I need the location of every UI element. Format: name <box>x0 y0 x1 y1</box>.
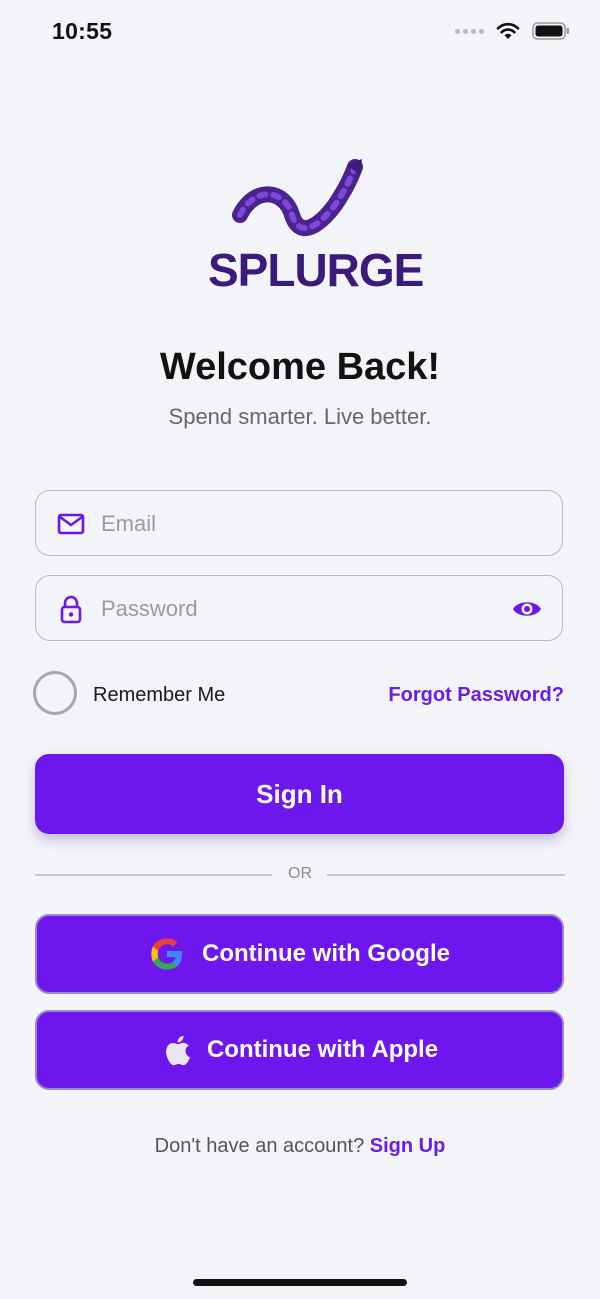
status-icons <box>455 22 570 40</box>
continue-with-apple-button[interactable]: Continue with Apple <box>35 1010 564 1090</box>
password-field[interactable]: Password <box>35 575 563 641</box>
continue-with-google-button[interactable]: Continue with Google <box>35 914 564 994</box>
logo-swoosh-icon <box>232 159 363 236</box>
google-button-label: Continue with Google <box>202 940 450 967</box>
lock-icon <box>60 595 82 624</box>
cellular-icon <box>455 28 484 34</box>
battery-icon <box>532 22 569 40</box>
app-logo: SPLURGE <box>200 155 424 296</box>
eye-icon[interactable] <box>511 596 543 622</box>
wifi-icon <box>496 22 520 39</box>
apple-icon <box>166 1035 190 1066</box>
forgot-password-link[interactable]: Forgot Password? <box>388 684 564 707</box>
signup-prompt: Don't have an account? Sign Up <box>0 1135 600 1158</box>
email-field[interactable]: Email <box>35 490 563 556</box>
mail-icon <box>57 513 85 535</box>
apple-button-label: Continue with Apple <box>206 1036 439 1063</box>
status-time: 10:55 <box>52 18 113 44</box>
remember-me-checkbox[interactable] <box>33 671 77 715</box>
divider-or-label: OR <box>288 865 312 882</box>
sign-up-link[interactable]: Sign Up <box>370 1135 446 1157</box>
sign-in-button[interactable]: Sign In <box>35 754 564 834</box>
signup-prompt-text: Don't have an account? <box>154 1135 365 1157</box>
google-icon <box>151 938 183 970</box>
page-title: Welcome Back! <box>159 346 441 388</box>
remember-me-label[interactable]: Remember Me <box>93 684 225 707</box>
email-placeholder: Email <box>101 511 157 536</box>
home-indicator[interactable] <box>193 1279 407 1286</box>
password-placeholder: Password <box>101 596 198 621</box>
page-subtitle: Spend smarter. Live better. <box>168 404 432 429</box>
sign-in-label: Sign In <box>256 778 343 809</box>
logo-wordmark: SPLURGE <box>208 244 424 296</box>
